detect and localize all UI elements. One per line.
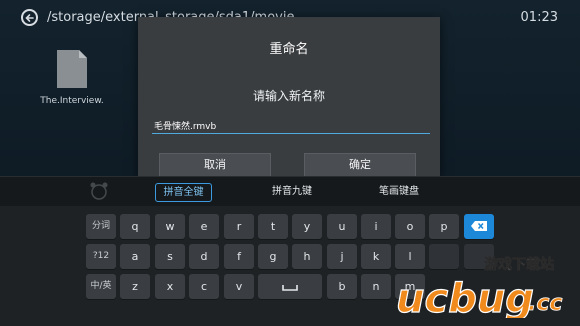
key-i[interactable]: i <box>361 214 391 239</box>
tab-stroke[interactable]: 笔画键盘 <box>371 183 427 202</box>
tab-pinyin-nine[interactable]: 拼音九键 <box>264 183 320 202</box>
svg-text:ucbug: ucbug <box>396 276 534 318</box>
key-r[interactable]: r <box>224 214 254 239</box>
dialog-title: 重命名 <box>269 42 309 57</box>
tab-pinyin-full[interactable]: 拼音全键 <box>155 183 212 202</box>
key-a[interactable]: a <box>120 244 150 269</box>
file-name: The.Interview. <box>40 96 104 106</box>
key-b[interactable]: b <box>327 274 357 299</box>
key-u[interactable]: u <box>327 214 357 239</box>
key-o[interactable]: o <box>395 214 425 239</box>
clock: 01:23 <box>520 10 558 25</box>
key-f[interactable]: f <box>224 244 254 269</box>
key-segment[interactable]: 分词 <box>86 214 116 239</box>
svg-text:游戏下载站: 游戏下载站 <box>484 256 554 273</box>
key-k[interactable]: k <box>361 244 391 269</box>
new-name-input[interactable] <box>152 118 430 134</box>
rename-dialog: 重命名 请输入新名称 取消 确定 <box>138 17 440 177</box>
key-s[interactable]: s <box>155 244 185 269</box>
confirm-button[interactable]: 确定 <box>304 153 416 177</box>
back-button[interactable] <box>21 9 38 26</box>
key-z[interactable]: z <box>120 274 150 299</box>
document-icon <box>55 48 89 90</box>
key-c[interactable]: c <box>189 274 219 299</box>
cancel-button[interactable]: 取消 <box>159 153 271 177</box>
space-key[interactable] <box>258 274 322 299</box>
backspace-key[interactable] <box>464 214 494 239</box>
key-q[interactable]: q <box>120 214 150 239</box>
watermark-logo: 游戏下载站 ucbug .cc <box>392 252 572 323</box>
backspace-icon <box>471 221 487 231</box>
key-h[interactable]: h <box>292 244 322 269</box>
key-w[interactable]: w <box>155 214 185 239</box>
key-n[interactable]: n <box>361 274 391 299</box>
key-d[interactable]: d <box>189 244 219 269</box>
key-symbols[interactable]: ?12 <box>86 244 116 269</box>
key-p[interactable]: p <box>429 214 459 239</box>
space-icon <box>282 285 298 291</box>
key-t[interactable]: t <box>258 214 288 239</box>
file-item[interactable]: The.Interview. <box>37 48 107 106</box>
key-x[interactable]: x <box>155 274 185 299</box>
key-e[interactable]: e <box>189 214 219 239</box>
key-j[interactable]: j <box>327 244 357 269</box>
dialog-prompt: 请输入新名称 <box>252 89 325 103</box>
key-lang-switch[interactable]: 中/英 <box>86 274 116 299</box>
arrow-left-icon <box>25 14 34 22</box>
keyboard-logo-icon <box>88 182 110 200</box>
keyboard-mode-bar: 拼音全键 拼音九键 笔画键盘 <box>0 177 580 206</box>
key-v[interactable]: v <box>224 274 254 299</box>
key-g[interactable]: g <box>258 244 288 269</box>
key-y[interactable]: y <box>292 214 322 239</box>
svg-text:.cc: .cc <box>528 291 562 316</box>
